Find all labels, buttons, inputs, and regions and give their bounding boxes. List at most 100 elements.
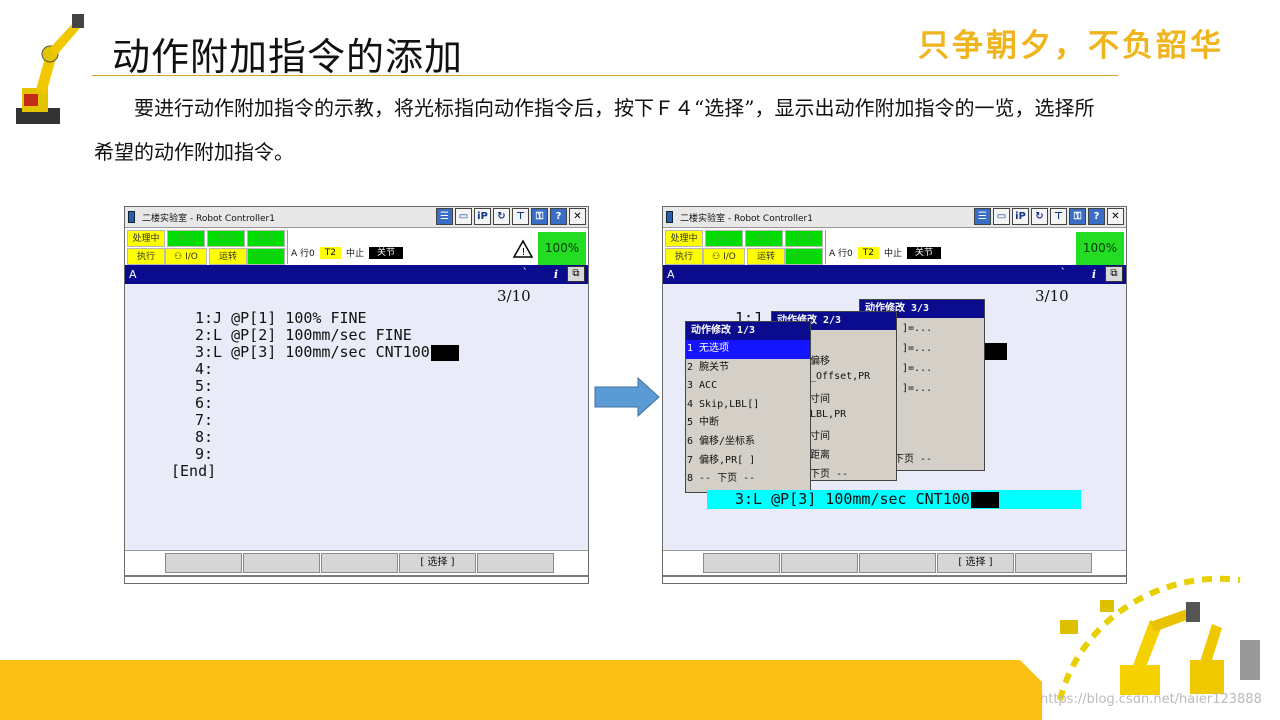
status-hold: 暂停 — [207, 230, 245, 247]
status-hold: 暂停 — [745, 230, 783, 247]
status-run: 执行 — [665, 248, 703, 265]
program-line[interactable]: 4: — [195, 361, 213, 378]
status-run: 执行 — [127, 248, 165, 265]
intro-paragraph: 要进行动作附加指令的示教，将光标指向动作指令后，按下Ｆ４“选择”，显示出动作附加… — [94, 96, 1095, 164]
svg-text:!: ! — [522, 247, 526, 258]
override-percent[interactable]: 100% — [1076, 232, 1124, 265]
menu-item-next-page[interactable]: 8 -- 下页 -- — [686, 470, 810, 489]
menu-page2-next[interactable]: 下页 -- — [810, 465, 848, 480]
window-title: 二楼实验室 - Robot Controller1 — [142, 214, 275, 224]
help-icon[interactable]: ? — [1088, 208, 1105, 225]
close-icon[interactable]: ✕ — [1107, 208, 1124, 225]
status-prod: 运转 — [747, 248, 785, 265]
status-io: ⚇ I/O — [703, 248, 745, 265]
menu-item-acc[interactable]: 3 ACC — [686, 377, 810, 396]
info-icon[interactable]: i — [554, 265, 558, 284]
menu-item-no-option[interactable]: 1 无选项 — [686, 340, 810, 359]
line-indicator: A 行0 — [829, 249, 853, 259]
program-line[interactable]: 1:J @P[1] 100% FINE — [195, 310, 367, 327]
status-busy: 处理中 — [665, 230, 703, 247]
pin-icon[interactable]: ⊤ — [1050, 208, 1067, 225]
help-icon[interactable]: ? — [550, 208, 567, 225]
program-line[interactable]: 8: — [195, 429, 213, 446]
menu-item-skip[interactable]: 4 Skip,LBL[] — [686, 396, 810, 415]
status-tcyc: 试运行 — [785, 248, 823, 265]
f4-select-key[interactable]: [ 选择 ] — [937, 553, 1014, 573]
menu-page2-item[interactable]: 距离 — [810, 446, 830, 461]
program-end-marker: [End] — [171, 462, 217, 480]
menu-page3-item[interactable]: ]=... — [902, 363, 932, 374]
info-icon[interactable]: i — [1092, 265, 1096, 284]
menu-icon[interactable]: ☰ — [974, 208, 991, 225]
robot-arms-decoration-icon — [1057, 575, 1260, 701]
f1-key[interactable] — [165, 553, 242, 573]
menu-item-offset-pr[interactable]: 7 偏移,PR[ ] — [686, 452, 810, 471]
io-label: I/O — [185, 252, 198, 262]
motto-text: 只争朝夕，不负韶华 — [918, 28, 1224, 64]
lock-icon[interactable]: ⚿ — [1069, 208, 1086, 225]
pin-icon[interactable]: ⊤ — [512, 208, 529, 225]
menu-item-wrist-joint[interactable]: 2 腕关节 — [686, 359, 810, 378]
status-fault: 异常 — [247, 230, 285, 247]
window-titlebar: 二楼实验室 - Robot Controller1 ☰ ▭ iP ↻ ⊤ ⚿ ?… — [125, 207, 588, 228]
warning-icon: ! — [513, 239, 533, 258]
tick-mark: ˋ — [1060, 266, 1067, 279]
bottom-strip — [125, 575, 588, 583]
program-line[interactable]: 7: — [195, 412, 213, 429]
motion-option-menu-page1: 动作修改 1/3 1 无选项 2 腕关节 3 ACC 4 Skip,LBL[] … — [685, 321, 811, 493]
lock-icon[interactable]: ⚿ — [531, 208, 548, 225]
refresh-icon[interactable]: ↻ — [1031, 208, 1048, 225]
mode-t2-badge: T2 — [319, 246, 341, 259]
edit-line-text: 3:L @P[3] 100mm/sec CNT100 — [735, 490, 970, 508]
window-restore-icon[interactable]: ⧉ — [1105, 266, 1123, 282]
menu-page2-item[interactable]: 寸间 — [810, 427, 830, 442]
menu-page3-item[interactable]: ]=... — [902, 383, 932, 394]
keyboard-icon[interactable]: ▭ — [993, 208, 1010, 225]
program-line[interactable]: 9: — [195, 446, 213, 463]
program-editor[interactable]: 3/10 1:J 动作修改 3/3 ]=... ]=... ]=... ]=..… — [663, 284, 1126, 550]
f3-key[interactable] — [859, 553, 936, 573]
right-arrow-icon — [594, 377, 660, 417]
pendant-app-icon — [128, 211, 135, 223]
keyboard-icon[interactable]: ▭ — [455, 208, 472, 225]
menu-page2-item[interactable]: 偏移 — [810, 352, 830, 367]
override-percent[interactable]: 100% — [538, 232, 586, 265]
tick-mark: ˋ — [522, 266, 529, 279]
menu-icon[interactable]: ☰ — [436, 208, 453, 225]
window-title: 二楼实验室 - Robot Controller1 — [680, 214, 813, 224]
cursor — [970, 491, 999, 508]
menu-page2-item[interactable]: _Offset,PR — [810, 371, 870, 382]
program-line[interactable]: 5: — [195, 378, 213, 395]
refresh-icon[interactable]: ↻ — [493, 208, 510, 225]
status-divider — [287, 230, 288, 264]
program-line[interactable]: 2:L @P[2] 100mm/sec FINE — [195, 327, 412, 344]
ip-icon[interactable]: iP — [1012, 208, 1029, 225]
menu-page3-item[interactable]: ]=... — [902, 323, 932, 334]
f2-key[interactable] — [243, 553, 320, 573]
pendant-app-icon — [666, 211, 673, 223]
f5-key[interactable] — [477, 553, 554, 573]
title-divider — [92, 75, 1118, 76]
close-icon[interactable]: ✕ — [569, 208, 586, 225]
program-line-selected[interactable]: 3:L @P[3] 100mm/sec CNT100 — [195, 344, 459, 361]
line-position: 3/10 — [497, 287, 531, 305]
menu-page3-item[interactable]: ]=... — [902, 343, 932, 354]
program-editor[interactable]: 3/10 1:J @P[1] 100% FINE 2:L @P[2] 100mm… — [125, 284, 588, 550]
bottom-accent-band — [0, 660, 1042, 720]
status-line: A 行0 T2 中止 关节 — [291, 246, 404, 259]
menu-page2-item[interactable]: LBL,PR — [810, 409, 846, 420]
status-divider — [825, 230, 826, 264]
ip-icon[interactable]: iP — [474, 208, 491, 225]
menu-page2-item[interactable]: 寸间 — [810, 390, 830, 405]
menu-page3-next[interactable]: 下页 -- — [894, 450, 932, 465]
f2-key[interactable] — [781, 553, 858, 573]
f4-select-key[interactable]: [ 选择 ] — [399, 553, 476, 573]
menu-item-offset-frame[interactable]: 6 偏移/坐标系 — [686, 433, 810, 452]
f3-key[interactable] — [321, 553, 398, 573]
abort-status: 中止 — [345, 249, 364, 259]
menu-item-interrupt[interactable]: 5 中断 — [686, 414, 810, 433]
edit-line-highlight[interactable]: 3:L @P[3] 100mm/sec CNT100 — [707, 490, 1081, 509]
f1-key[interactable] — [703, 553, 780, 573]
program-line[interactable]: 6: — [195, 395, 213, 412]
window-restore-icon[interactable]: ⧉ — [567, 266, 585, 282]
